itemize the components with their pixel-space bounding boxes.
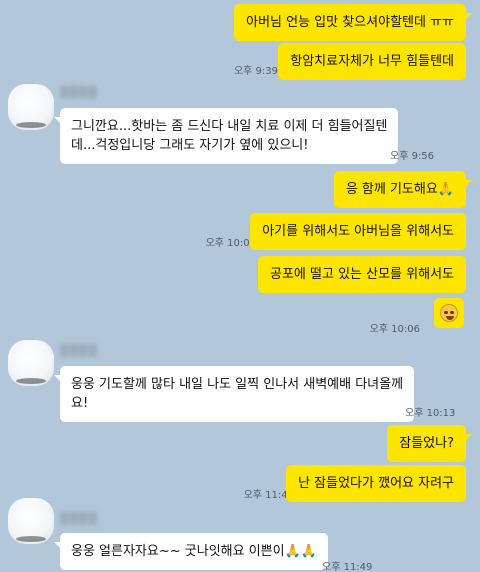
- message-text-line: 데...걱정입니당 그래도 자기가 옆에 있으니!: [71, 138, 309, 153]
- message-timestamp: 오후 9:56: [390, 151, 435, 162]
- message-text: 잠들었나?: [399, 436, 454, 451]
- avatar[interactable]: [8, 498, 54, 544]
- message-text-line: 그니깐요...핫바는 좀 드신다 내일 치료 이제 더 힘들어질텐: [71, 119, 388, 134]
- my-message-bubble[interactable]: 난 잠들었다가 깼어요 자려구: [286, 465, 466, 502]
- message-timestamp: 오후 11:49: [322, 562, 373, 572]
- message-text: 응 함께 기도해요🙏: [345, 182, 454, 197]
- other-message-bubble[interactable]: 웅웅 얼른자자요~~ 굿나잇해요 이쁜이🙏🙏: [54, 533, 328, 570]
- my-message-bubble[interactable]: 공포에 떨고 있는 산모를 위해서도: [258, 256, 466, 293]
- my-message-bubble[interactable]: 잠들었나?: [387, 425, 472, 462]
- message-text: 아기를 위해서도 아버님을 위해서도: [262, 224, 454, 239]
- avatar[interactable]: [8, 340, 54, 386]
- other-message-bubble[interactable]: 그니깐요...핫바는 좀 드신다 내일 치료 이제 더 힘들어질텐 데...걱정…: [53, 108, 399, 164]
- message-text: 공포에 떨고 있는 산모를 위해서도: [270, 267, 454, 282]
- sender-name: ▒▒▒▒: [60, 344, 98, 357]
- message-text-line: 웅웅 기도할께 많타 내일 나도 일찍 인나서 새벽예배 다녀올께: [71, 377, 404, 392]
- my-message-bubble[interactable]: 아기를 위해서도 아버님을 위해서도: [250, 213, 466, 250]
- message-timestamp: 오후 9:39: [233, 66, 278, 77]
- other-message-bubble[interactable]: 웅웅 기도할께 많타 내일 나도 일찍 인나서 새벽예배 다녀올께 요!: [53, 366, 415, 422]
- message-text: 항암치료자체가 너무 힘들텐데: [290, 54, 454, 69]
- crying-face-icon: [440, 304, 458, 322]
- avatar[interactable]: [8, 84, 54, 130]
- message-timestamp: 오후 10:13: [405, 408, 456, 419]
- message-text: 아버님 언능 입맛 찾으셔야할텐데 ㅠㅠ: [246, 15, 454, 30]
- emoticon-bubble[interactable]: [434, 298, 464, 328]
- my-message-bubble[interactable]: 응 함께 기도해요🙏: [333, 171, 473, 208]
- message-text: 난 잠들었다가 깼어요 자려구: [298, 476, 454, 491]
- my-message-bubble[interactable]: 아버님 언능 입맛 찾으셔야할텐데 ㅠㅠ: [234, 4, 472, 41]
- message-timestamp: 오후 10:06: [369, 324, 420, 335]
- message-text: 웅웅 얼른자자요~~ 굿나잇해요 이쁜이🙏🙏: [71, 544, 317, 559]
- message-timestamp: 오후 10:05: [205, 238, 256, 249]
- my-message-bubble[interactable]: 항암치료자체가 너무 힘들텐데: [278, 43, 466, 80]
- message-text-line: 요!: [71, 396, 89, 411]
- sender-name: ▒▒▒▒: [60, 86, 98, 99]
- sender-name: ▒▒▒▒: [60, 512, 98, 525]
